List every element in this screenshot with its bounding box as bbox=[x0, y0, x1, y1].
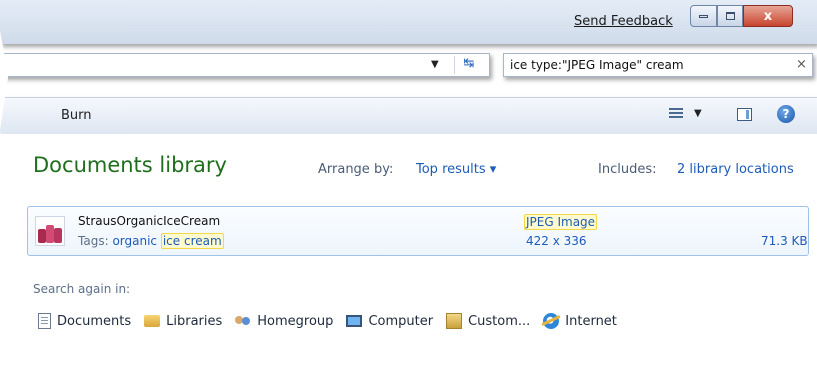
preview-pane-icon[interactable] bbox=[737, 108, 752, 121]
tag-ice-cream[interactable]: ice cream bbox=[160, 233, 224, 249]
location-label: Internet bbox=[565, 313, 617, 329]
maximize-icon bbox=[725, 12, 735, 20]
search-location-libraries[interactable]: Libraries bbox=[144, 314, 222, 329]
ice-cream-thumbnail bbox=[35, 216, 65, 246]
address-dropdown-icon[interactable]: ▼ bbox=[431, 59, 439, 70]
document-icon bbox=[38, 313, 51, 329]
command-bar: Burn ▼ ? bbox=[0, 97, 817, 135]
view-options-dropdown-icon[interactable]: ▼ bbox=[694, 108, 702, 119]
location-label: Computer bbox=[368, 313, 434, 329]
clear-search-icon[interactable]: × bbox=[796, 57, 807, 72]
tags-label: Tags: bbox=[78, 234, 109, 248]
close-icon: x bbox=[763, 8, 773, 24]
location-label: Homegroup bbox=[257, 313, 334, 329]
arrange-by-dropdown[interactable]: Top results ▾ bbox=[416, 162, 496, 177]
file-size: 71.3 KB bbox=[761, 234, 808, 248]
search-input[interactable]: ice type:"JPEG Image" cream bbox=[510, 58, 684, 72]
libraries-icon bbox=[144, 315, 161, 327]
image-dimensions: 422 x 336 bbox=[526, 234, 587, 248]
search-box[interactable]: ice type:"JPEG Image" cream × bbox=[503, 53, 813, 77]
search-location-custom[interactable]: Custom... bbox=[446, 313, 530, 329]
title-bar: Send Feedback x bbox=[0, 0, 817, 44]
search-location-documents[interactable]: Documents bbox=[38, 313, 131, 329]
file-type: JPEG Image bbox=[524, 214, 598, 230]
close-button[interactable]: x bbox=[743, 5, 793, 27]
refresh-button[interactable]: ↹ bbox=[454, 56, 483, 74]
location-label: Libraries bbox=[166, 313, 223, 329]
search-again-locations: Documents Libraries Homegroup Computer C… bbox=[38, 311, 630, 331]
library-locations-link[interactable]: 2 library locations bbox=[677, 162, 794, 177]
location-label: Documents bbox=[57, 313, 132, 329]
search-location-internet[interactable]: Internet bbox=[543, 313, 617, 329]
burn-button[interactable]: Burn bbox=[61, 108, 92, 123]
maximize-button[interactable] bbox=[717, 5, 743, 27]
homegroup-icon bbox=[235, 313, 251, 329]
location-label: Custom... bbox=[468, 313, 531, 329]
help-icon[interactable]: ? bbox=[777, 105, 795, 123]
send-feedback-link[interactable]: Send Feedback bbox=[574, 14, 673, 29]
search-again-label: Search again in: bbox=[33, 282, 131, 296]
tags-line: Tags: organic ice cream bbox=[78, 233, 224, 249]
page-title: Documents library bbox=[33, 153, 227, 177]
minimize-button[interactable] bbox=[690, 5, 717, 27]
address-bar[interactable]: ▼ ↹ bbox=[0, 53, 490, 77]
computer-icon bbox=[346, 315, 363, 327]
internet-explorer-icon bbox=[543, 313, 560, 329]
file-name: StrausOrganicIceCream bbox=[78, 214, 221, 228]
tag-organic[interactable]: organic bbox=[112, 234, 157, 248]
custom-folder-icon bbox=[446, 313, 463, 329]
search-location-homegroup[interactable]: Homegroup bbox=[235, 313, 333, 329]
explorer-window: Send Feedback x ▼ ↹ ice type:"JPEG Image… bbox=[0, 0, 817, 366]
minimize-icon bbox=[699, 14, 708, 18]
search-location-computer[interactable]: Computer bbox=[346, 314, 433, 329]
includes-label: Includes: bbox=[598, 162, 657, 177]
library-content: Documents library Arrange by: Top result… bbox=[0, 134, 817, 366]
arrange-by-label: Arrange by: bbox=[318, 162, 394, 177]
search-result-item[interactable]: StrausOrganicIceCream Tags: organic ice … bbox=[27, 206, 809, 256]
change-view-icon[interactable] bbox=[669, 106, 683, 122]
